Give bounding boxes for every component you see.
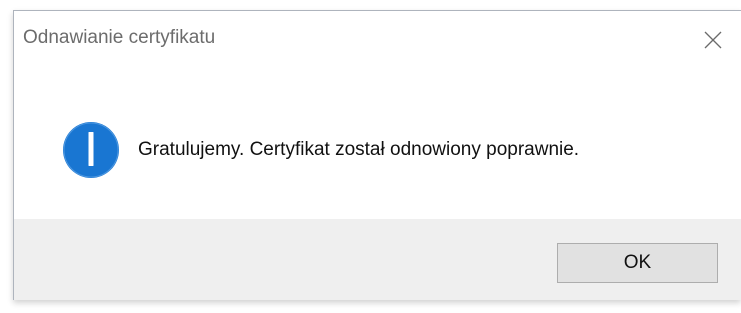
title-bar[interactable]: Odnawianie certyfikatu: [14, 11, 741, 69]
dialog-content: Gratulujemy. Certyfikat został odnowiony…: [14, 69, 741, 219]
ok-button[interactable]: OK: [557, 243, 718, 283]
close-icon: [704, 31, 722, 49]
dialog-footer: OK: [14, 219, 741, 300]
dialog-message: Gratulujemy. Certyfikat został odnowiony…: [138, 139, 580, 160]
close-button[interactable]: [694, 21, 732, 59]
dialog-title: Odnawianie certyfikatu: [23, 27, 216, 48]
message-dialog: Odnawianie certyfikatu Gratulujemy. Cert…: [13, 10, 741, 300]
info-icon: [62, 121, 120, 179]
screen: Odnawianie certyfikatu Gratulujemy. Cert…: [0, 0, 741, 313]
